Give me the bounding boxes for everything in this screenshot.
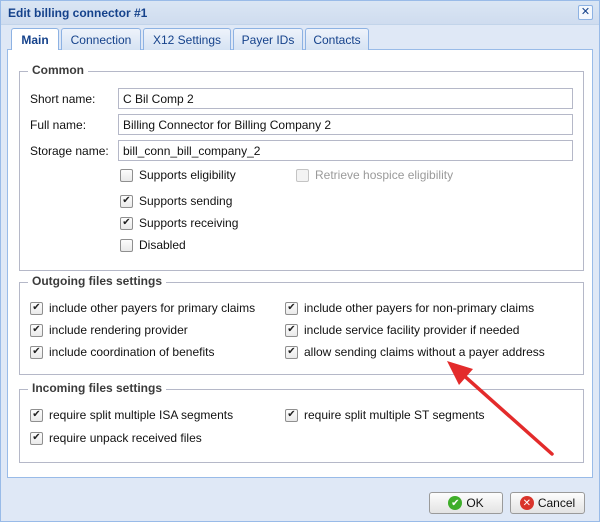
outgoing-option-checkbox[interactable]: ✔ include service facility provider if n… xyxy=(285,323,519,337)
main-tab-panel: Common Short name: Full name: Storage na… xyxy=(7,50,593,478)
checkbox-box[interactable] xyxy=(120,238,133,252)
full-name-input[interactable] xyxy=(118,114,573,135)
edit-connector-dialog: Edit billing connector #1 ✕ Main Connect… xyxy=(0,0,600,522)
checkbox-box xyxy=(296,168,309,182)
cancel-button[interactable]: ✕ Cancel xyxy=(510,492,585,514)
supports-sending-checkbox[interactable]: ✔ Supports sending xyxy=(120,194,232,208)
supports-receiving-checkbox[interactable]: ✔ Supports receiving xyxy=(120,216,238,230)
checkbox-checked[interactable]: ✔ xyxy=(120,194,133,208)
allow-no-payer-address-checkbox[interactable]: ✔ allow sending claims without a payer a… xyxy=(285,345,545,359)
checkbox-checked[interactable]: ✔ xyxy=(285,408,298,422)
incoming-option-checkbox[interactable]: ✔ require unpack received files xyxy=(30,431,202,445)
retrieve-hospice-label: Retrieve hospice eligibility xyxy=(315,168,454,182)
storage-name-input[interactable] xyxy=(118,140,573,161)
checkbox-box[interactable] xyxy=(120,168,133,182)
incoming-fieldset: Incoming files settings ✔ require split … xyxy=(19,381,584,463)
incoming-option-label: require unpack received files xyxy=(49,431,202,445)
supports-eligibility-checkbox[interactable]: Supports eligibility xyxy=(120,168,236,182)
outgoing-option-checkbox[interactable]: ✔ include coordination of benefits xyxy=(30,345,214,359)
cancel-button-label: Cancel xyxy=(537,496,576,510)
outgoing-legend: Outgoing files settings xyxy=(28,274,167,288)
outgoing-option-label: include other payers for primary claims xyxy=(49,301,256,315)
checkbox-checked[interactable]: ✔ xyxy=(30,431,43,445)
tab-x12-settings[interactable]: X12 Settings xyxy=(143,28,231,50)
tab-contacts[interactable]: Contacts xyxy=(305,28,369,50)
checkbox-checked[interactable]: ✔ xyxy=(285,323,298,337)
incoming-legend: Incoming files settings xyxy=(28,381,167,395)
tab-payer-ids[interactable]: Payer IDs xyxy=(233,28,303,50)
checkbox-checked[interactable]: ✔ xyxy=(30,408,43,422)
common-legend: Common xyxy=(28,63,88,77)
checkbox-checked[interactable]: ✔ xyxy=(30,301,43,315)
incoming-option-label: require split multiple ISA segments xyxy=(49,408,234,422)
outgoing-option-label: include other payers for non-primary cla… xyxy=(304,301,535,315)
outgoing-option-label: include coordination of benefits xyxy=(49,345,215,359)
storage-name-label: Storage name: xyxy=(30,144,109,158)
ok-button-label: OK xyxy=(466,496,484,510)
full-name-label: Full name: xyxy=(30,118,87,132)
checkbox-checked[interactable]: ✔ xyxy=(285,345,298,359)
dialog-title: Edit billing connector #1 xyxy=(8,6,148,20)
checkbox-checked[interactable]: ✔ xyxy=(285,301,298,315)
outgoing-option-label: include service facility provider if nee… xyxy=(304,323,520,337)
supports-receiving-label: Supports receiving xyxy=(139,216,239,230)
common-fieldset: Common Short name: Full name: Storage na… xyxy=(19,63,584,271)
tab-connection[interactable]: Connection xyxy=(61,28,141,50)
incoming-option-checkbox[interactable]: ✔ require split multiple ISA segments xyxy=(30,408,233,422)
checkbox-checked[interactable]: ✔ xyxy=(120,216,133,230)
outgoing-fieldset: Outgoing files settings ✔ include other … xyxy=(19,274,584,375)
outgoing-option-label: include rendering provider xyxy=(49,323,188,337)
short-name-input[interactable] xyxy=(118,88,573,109)
retrieve-hospice-checkbox: Retrieve hospice eligibility xyxy=(296,168,453,182)
supports-sending-label: Supports sending xyxy=(139,194,233,208)
disabled-label: Disabled xyxy=(139,238,186,252)
checkbox-checked[interactable]: ✔ xyxy=(30,323,43,337)
outgoing-option-label: allow sending claims without a payer add… xyxy=(304,345,545,359)
checkbox-checked[interactable]: ✔ xyxy=(30,345,43,359)
short-name-label: Short name: xyxy=(30,92,96,106)
incoming-option-label: require split multiple ST segments xyxy=(304,408,485,422)
outgoing-option-checkbox[interactable]: ✔ include rendering provider xyxy=(30,323,188,337)
check-circle-icon: ✔ xyxy=(448,496,463,510)
tab-main[interactable]: Main xyxy=(11,28,59,51)
outgoing-option-checkbox[interactable]: ✔ include other payers for non-primary c… xyxy=(285,301,534,315)
cancel-circle-icon: ✕ xyxy=(519,496,534,510)
close-icon[interactable]: ✕ xyxy=(578,5,593,20)
outgoing-option-checkbox[interactable]: ✔ include other payers for primary claim… xyxy=(30,301,255,315)
dialog-titlebar[interactable]: Edit billing connector #1 ✕ xyxy=(1,1,599,25)
supports-eligibility-label: Supports eligibility xyxy=(139,168,236,182)
ok-button[interactable]: ✔ OK xyxy=(429,492,503,514)
incoming-option-checkbox[interactable]: ✔ require split multiple ST segments xyxy=(285,408,485,422)
tab-strip: Main Connection X12 Settings Payer IDs C… xyxy=(7,26,593,51)
disabled-checkbox[interactable]: Disabled xyxy=(120,238,186,252)
